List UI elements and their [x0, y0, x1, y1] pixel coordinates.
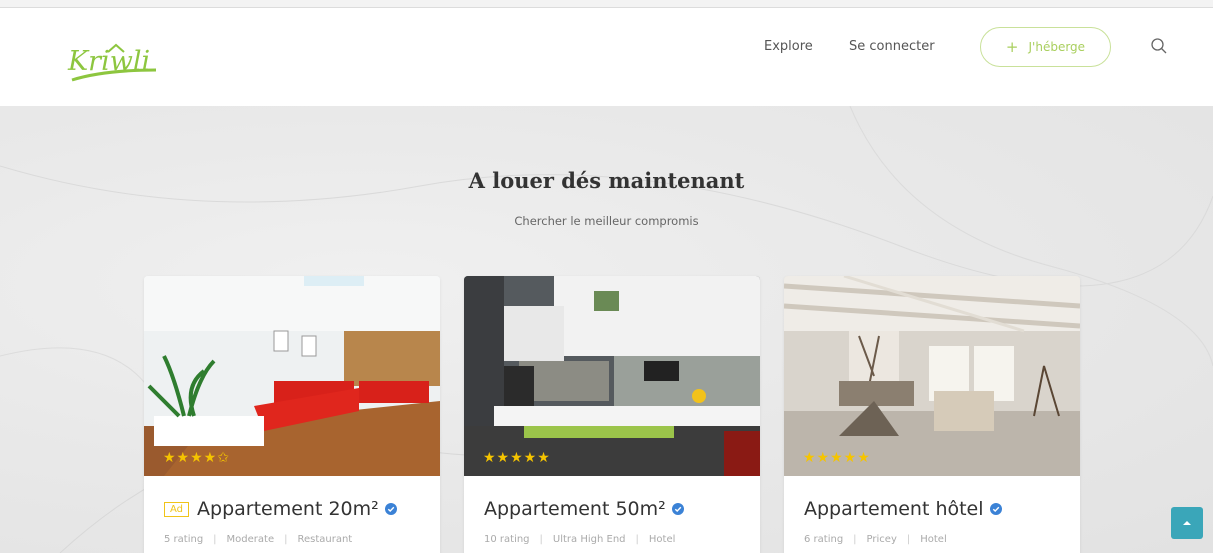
ad-badge: Ad	[164, 501, 190, 517]
verified-icon	[384, 503, 397, 515]
host-button[interactable]: + J'héberge	[980, 27, 1111, 67]
chevron-up-icon	[1183, 521, 1191, 525]
search-icon[interactable]	[1150, 37, 1168, 55]
section-subtitle: Chercher le meilleur compromis	[514, 214, 699, 228]
listing-title-text: Appartement 50m²	[484, 498, 666, 520]
listing-meta: 10 rating | Ultra High End | Hotel	[484, 534, 676, 545]
listing-photo[interactable]: ★★★★✩	[144, 276, 440, 476]
listing-title[interactable]: Ad Appartement 20m²	[164, 498, 397, 520]
rating-stars: ★★★★★	[483, 450, 551, 466]
living-room-photo	[144, 276, 440, 476]
listing-meta: 5 rating | Moderate | Restaurant	[164, 534, 353, 545]
listings-section: A louer dés maintenant Chercher le meill…	[0, 106, 1213, 553]
rating-count: 10 rating	[484, 534, 530, 545]
plus-icon: +	[1005, 38, 1019, 56]
price-level: Moderate	[226, 534, 275, 545]
rating-stars: ★★★★✩	[163, 450, 230, 466]
category: Hotel	[920, 534, 947, 545]
listing-card[interactable]: ★★★★✩ Ad Appartement 20m² 5 rating | Moder…	[144, 276, 440, 553]
listing-card[interactable]: ★★★★★ Appartement hôtel 6 rating | Pricey |…	[784, 276, 1080, 553]
logo-text: Kriwli	[68, 46, 151, 77]
listing-title[interactable]: Appartement 50m²	[484, 498, 684, 520]
nav-explore-link[interactable]: Explore	[764, 39, 813, 54]
category: Restaurant	[297, 534, 353, 545]
listing-body: Appartement hôtel 6 rating | Pricey | Hotel	[784, 476, 1080, 553]
verified-icon	[989, 503, 1002, 515]
category: Hotel	[648, 534, 676, 545]
price-level: Ultra High End	[552, 534, 626, 545]
rating-count: 6 rating	[804, 534, 844, 545]
listing-card[interactable]: ★★★★★ Appartement 50m² 10 rating | Ultra H…	[464, 276, 760, 553]
kitchen-photo	[464, 276, 760, 476]
nav-login-link[interactable]: Se connecter	[849, 39, 935, 54]
scroll-to-top-button[interactable]	[1171, 507, 1203, 539]
verified-icon	[671, 503, 684, 515]
listing-title-text: Appartement 20m²	[197, 498, 379, 520]
listing-title[interactable]: Appartement hôtel	[804, 498, 1002, 520]
site-logo[interactable]: Kriwli	[64, 40, 164, 95]
listing-body: Ad Appartement 20m² 5 rating | Moderate | Re…	[144, 476, 440, 553]
section-title: A louer dés maintenant	[468, 168, 745, 193]
rating-stars: ★★★★★	[803, 450, 871, 466]
listing-title-text: Appartement hôtel	[804, 498, 984, 520]
site-header: Kriwli Explore Se connecter + J'héberge	[0, 8, 1213, 106]
host-button-label: J'héberge	[1028, 40, 1086, 54]
hotel-room-photo	[784, 276, 1080, 476]
listing-photo[interactable]: ★★★★★	[784, 276, 1080, 476]
listing-body: Appartement 50m² 10 rating | Ultra High En…	[464, 476, 760, 553]
price-level: Pricey	[866, 534, 897, 545]
listing-meta: 6 rating | Pricey | Hotel	[804, 534, 947, 545]
rating-count: 5 rating	[164, 534, 204, 545]
listing-photo[interactable]: ★★★★★	[464, 276, 760, 476]
